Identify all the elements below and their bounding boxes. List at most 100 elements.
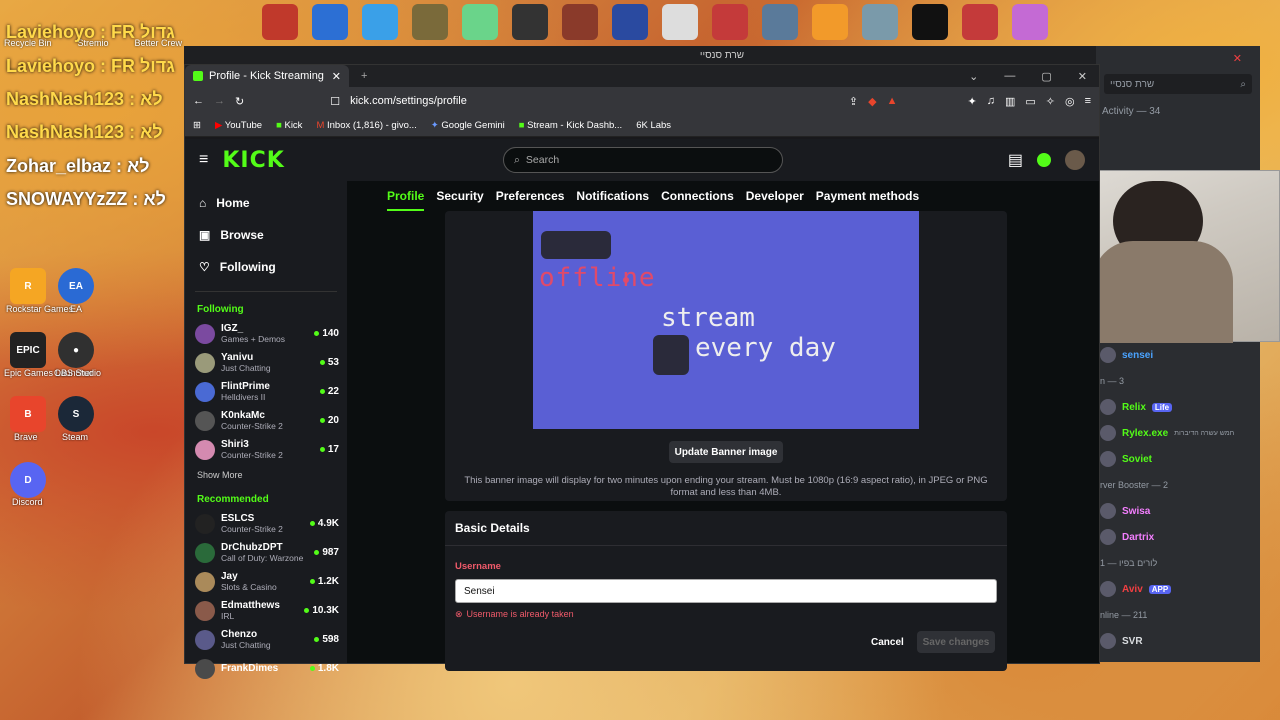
discord-member-row[interactable]: nline — 211	[1100, 602, 1256, 628]
app-icon[interactable]	[662, 4, 698, 40]
discord-member-row[interactable]: Dartrix	[1100, 524, 1256, 550]
discord-member-row[interactable]: לורים בפיו — 1	[1100, 550, 1256, 576]
discord-member-row[interactable]: n — 3	[1100, 368, 1256, 394]
wallet-icon[interactable]: ▭	[1025, 95, 1035, 108]
steam-icon[interactable]: S	[58, 396, 94, 432]
app-icon[interactable]	[562, 4, 598, 40]
back-icon[interactable]: ←	[193, 95, 204, 107]
reload-icon[interactable]: ↻	[235, 95, 244, 108]
hamburger-menu-icon[interactable]: ≡	[199, 151, 208, 169]
tab-notifications[interactable]: Notifications	[576, 189, 649, 203]
bookmark-youtube[interactable]: ▶ YouTube	[215, 120, 262, 131]
channel-item[interactable]: FlintPrime Helldivers II 22	[185, 377, 347, 406]
channel-item[interactable]: K0nkaMc Counter-Strike 2 20	[185, 406, 347, 435]
brave-icon[interactable]: B	[10, 396, 46, 432]
channel-item[interactable]: DrChubzDPT Call of Duty: Warzone 987	[185, 538, 347, 567]
obs-icon[interactable]: ●	[58, 332, 94, 368]
tab-profile[interactable]: Profile	[387, 189, 425, 211]
share-icon[interactable]: ⇪	[849, 95, 858, 108]
discord-search[interactable]: שרת סנסיי ⌕	[1104, 74, 1252, 94]
minimize-icon[interactable]: —	[1004, 70, 1015, 83]
nav-browse[interactable]: ▣ Browse	[185, 219, 347, 251]
bookmark-label: Inbox (1,816) - givo...	[327, 120, 417, 131]
discord-member-row[interactable]: sensei	[1100, 342, 1256, 368]
tab-preferences[interactable]: Preferences	[496, 189, 565, 203]
app-icon[interactable]	[362, 4, 398, 40]
username-field[interactable]	[455, 579, 997, 603]
apps-icon[interactable]: ⊞	[193, 120, 201, 131]
channel-item[interactable]: IGZ_ Games + Demos 140	[185, 319, 347, 348]
app-icon[interactable]	[312, 4, 348, 40]
icon-label: OBS Studio	[54, 368, 102, 378]
menu-icon[interactable]: ≡	[1085, 95, 1091, 108]
discord-member-row[interactable]: Aviv APP	[1100, 576, 1256, 602]
nav-home[interactable]: ⌂ Home	[185, 187, 347, 219]
discord-member-row[interactable]: rver Booster — 2	[1100, 472, 1256, 498]
close-tab-icon[interactable]: ✕	[332, 70, 341, 83]
cancel-button[interactable]: Cancel	[871, 637, 904, 648]
discord-member-row[interactable]: Soviet	[1100, 446, 1256, 472]
channel-item[interactable]: Shiri3 Counter-Strike 2 17	[185, 435, 347, 464]
discord-member-row[interactable]: SVR	[1100, 628, 1256, 654]
maximize-icon[interactable]: ▢	[1041, 70, 1051, 83]
new-tab-icon[interactable]: +	[361, 70, 367, 82]
app-icon[interactable]	[712, 4, 748, 40]
channel-item[interactable]: Chenzo Just Chatting 598	[185, 625, 347, 654]
rewards-icon[interactable]: ▲	[887, 95, 898, 107]
app-icon[interactable]	[962, 4, 998, 40]
browser-tab[interactable]: Profile - Kick Streaming ✕	[185, 65, 349, 87]
tab-payment-methods[interactable]: Payment methods	[816, 189, 919, 203]
discord-icon[interactable]: D	[10, 462, 46, 498]
channel-item[interactable]: FrankDimes 1.8K	[185, 654, 347, 683]
channel-item[interactable]: Yanivu Just Chatting 53	[185, 348, 347, 377]
channel-item[interactable]: ESLCS Counter-Strike 2 4.9K	[185, 509, 347, 538]
kick-status-icon[interactable]	[1037, 153, 1051, 167]
app-icon[interactable]	[262, 4, 298, 40]
url-field[interactable]: kick.com/settings/profile	[350, 95, 839, 107]
discord-member-row[interactable]: Swisa	[1100, 498, 1256, 524]
app-icon[interactable]	[862, 4, 898, 40]
bookmark-kick[interactable]: ■ Kick	[276, 120, 302, 131]
inbox-icon[interactable]: ▤	[1008, 150, 1023, 170]
tab-connections[interactable]: Connections	[661, 189, 734, 203]
save-changes-button[interactable]: Save changes	[917, 631, 995, 653]
nav-following[interactable]: ♡ Following	[185, 251, 347, 283]
app-icon[interactable]	[812, 4, 848, 40]
bookmark-icon[interactable]: ☐	[330, 95, 340, 108]
forward-icon[interactable]: →	[214, 95, 225, 107]
channel-item[interactable]: Edmatthews IRL 10.3K	[185, 596, 347, 625]
app-icon[interactable]	[1012, 4, 1048, 40]
vpn-icon[interactable]: ◎	[1065, 95, 1075, 108]
kick-logo[interactable]: KICK	[222, 148, 284, 173]
show-more-link[interactable]: Show More	[185, 464, 347, 486]
update-banner-button[interactable]: Update Banner image	[669, 441, 783, 463]
close-icon[interactable]: ✕	[1233, 52, 1242, 65]
close-icon[interactable]: ✕	[1078, 70, 1087, 83]
search-input[interactable]: ⌕ Search	[503, 147, 783, 173]
discord-member-row[interactable]: Relix Life	[1100, 394, 1256, 420]
avatar[interactable]	[1065, 150, 1085, 170]
epic-games-icon[interactable]: EPIC	[10, 332, 46, 368]
bookmark-inbox[interactable]: M Inbox (1,816) - givo...	[316, 120, 416, 131]
bookmark-kick-dashboard[interactable]: ■ Stream - Kick Dashb...	[519, 120, 622, 131]
app-icon[interactable]	[412, 4, 448, 40]
discord-member-row[interactable]: Rylex.exe חמש עשרה הדיברות	[1100, 420, 1256, 446]
media-icon[interactable]: ♫	[987, 95, 995, 108]
app-icon[interactable]	[612, 4, 648, 40]
leo-icon[interactable]: ✧	[1046, 95, 1055, 108]
channel-item[interactable]: Jay Slots & Casino 1.2K	[185, 567, 347, 596]
app-icon[interactable]	[762, 4, 798, 40]
app-icon[interactable]	[462, 4, 498, 40]
tab-list-icon[interactable]: ⌄	[969, 70, 978, 83]
brave-shield-icon[interactable]: ◆	[868, 95, 876, 108]
tab-security[interactable]: Security	[436, 189, 483, 203]
bookmark-gemini[interactable]: ✦ Google Gemini	[431, 120, 505, 131]
tab-developer[interactable]: Developer	[746, 189, 804, 203]
app-icon[interactable]	[512, 4, 548, 40]
rockstar-icon[interactable]: R	[10, 268, 46, 304]
extensions-icon[interactable]: ✦	[967, 95, 976, 108]
bookmark-6klabs[interactable]: 6K Labs	[636, 120, 671, 131]
ea-icon[interactable]: EA	[58, 268, 94, 304]
app-icon[interactable]	[912, 4, 948, 40]
sidebar-icon[interactable]: ▥	[1005, 95, 1015, 108]
